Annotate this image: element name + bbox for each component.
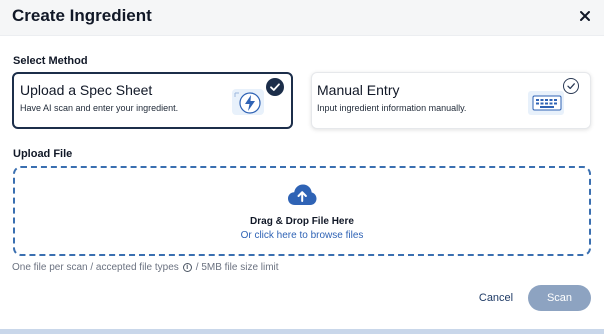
option-title: Upload a Spec Sheet xyxy=(20,82,153,98)
keyboard-icon xyxy=(527,88,567,123)
select-method-label: Select Method xyxy=(13,55,88,67)
dropzone-title: Drag & Drop File Here xyxy=(250,216,354,227)
method-option-upload-spec-sheet[interactable]: Upload a Spec Sheet Have AI scan and ent… xyxy=(12,72,293,129)
method-option-manual-entry[interactable]: Manual Entry Input ingredient informatio… xyxy=(311,72,591,129)
cancel-button[interactable]: Cancel xyxy=(470,286,522,310)
bottom-edge-strip xyxy=(0,329,604,334)
cloud-upload-icon xyxy=(287,183,317,212)
dialog-title: Create Ingredient xyxy=(12,6,152,25)
option-description: Input ingredient information manually. xyxy=(317,103,467,113)
hint-suffix: / 5MB file size limit xyxy=(195,262,279,273)
close-icon[interactable] xyxy=(578,9,592,23)
info-icon[interactable]: i xyxy=(182,263,192,272)
selected-check-icon xyxy=(266,78,284,96)
lightning-scan-icon xyxy=(230,87,266,122)
unselected-check-icon xyxy=(563,78,579,94)
option-title: Manual Entry xyxy=(317,82,400,98)
dialog-header: Create Ingredient xyxy=(0,0,604,36)
upload-file-label: Upload File xyxy=(13,148,73,160)
scan-button[interactable]: Scan xyxy=(528,285,591,311)
browse-files-link[interactable]: Or click here to browse files xyxy=(15,230,589,241)
upload-hint: One file per scan / accepted file types … xyxy=(12,262,279,273)
option-description: Have AI scan and enter your ingredient. xyxy=(20,103,179,113)
hint-prefix: One file per scan / accepted file types xyxy=(12,262,179,273)
file-dropzone[interactable]: Drag & Drop File Here Or click here to b… xyxy=(13,166,591,256)
